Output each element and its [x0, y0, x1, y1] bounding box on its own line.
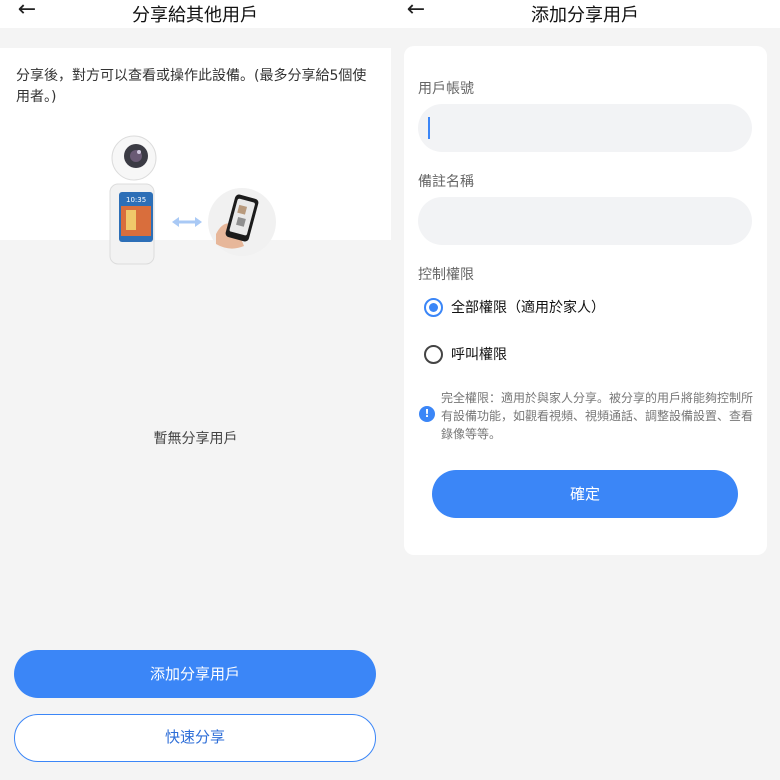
add-share-user-button[interactable]: 添加分享用戶 [14, 650, 376, 698]
page-title: 添加分享用戶 [531, 5, 639, 26]
add-user-form: 用戶帳號 備註名稱 控制權限 全部權限（適用於家人） 呼叫權限 ! 完全權限：適… [404, 46, 767, 555]
note-name-label: 備註名稱 [418, 174, 474, 190]
account-label: 用戶帳號 [418, 81, 474, 97]
radio-unchecked-icon[interactable] [424, 344, 443, 364]
share-illustration: 10:35 [109, 135, 276, 265]
top-bar: ← 添加分享用戶 [391, 0, 780, 28]
permission-option-call[interactable]: 呼叫權限 [424, 342, 507, 366]
permission-info-text: 完全權限：適用於與家人分享。被分享的用戶將能夠控制所有設備功能，如觀看視頻、視頻… [441, 391, 754, 441]
add-share-user-screen: ← 添加分享用戶 用戶帳號 備註名稱 控制權限 全部權限（適用於家人） 呼叫權限… [391, 0, 780, 780]
bidirectional-arrow-icon [172, 217, 202, 227]
confirm-button[interactable]: 確定 [432, 470, 738, 518]
page-title: 分享給其他用戶 [132, 5, 258, 26]
device-time: 10:35 [126, 196, 146, 204]
permission-option-full[interactable]: 全部權限（適用於家人） [424, 295, 605, 319]
phone-in-hand-icon [208, 188, 276, 256]
back-arrow-icon[interactable]: ← [14, 0, 40, 24]
permission-label: 控制權限 [418, 267, 474, 283]
back-arrow-icon[interactable]: ← [403, 0, 429, 24]
text-caret [428, 117, 430, 139]
note-name-input[interactable] [418, 197, 752, 245]
intro-text: 分享後，對方可以查看或操作此設備。(最多分享給5個使用者。) [16, 68, 367, 105]
empty-state-text: 暫無分享用戶 [153, 431, 238, 447]
intro-card: 分享後，對方可以查看或操作此設備。(最多分享給5個使用者。) 10:35 [0, 48, 391, 265]
camera-device-icon: 10:35 [109, 135, 157, 265]
top-bar: ← 分享給其他用戶 [0, 0, 391, 28]
permission-option-label: 呼叫權限 [451, 347, 507, 363]
quick-share-button[interactable]: 快速分享 [14, 714, 376, 762]
account-input[interactable] [418, 104, 752, 152]
permission-option-label: 全部權限（適用於家人） [451, 300, 605, 316]
info-icon: ! [419, 406, 435, 422]
share-list-screen: ← 分享給其他用戶 分享後，對方可以查看或操作此設備。(最多分享給5個使用者。)… [0, 0, 391, 780]
radio-checked-icon[interactable] [424, 297, 443, 317]
